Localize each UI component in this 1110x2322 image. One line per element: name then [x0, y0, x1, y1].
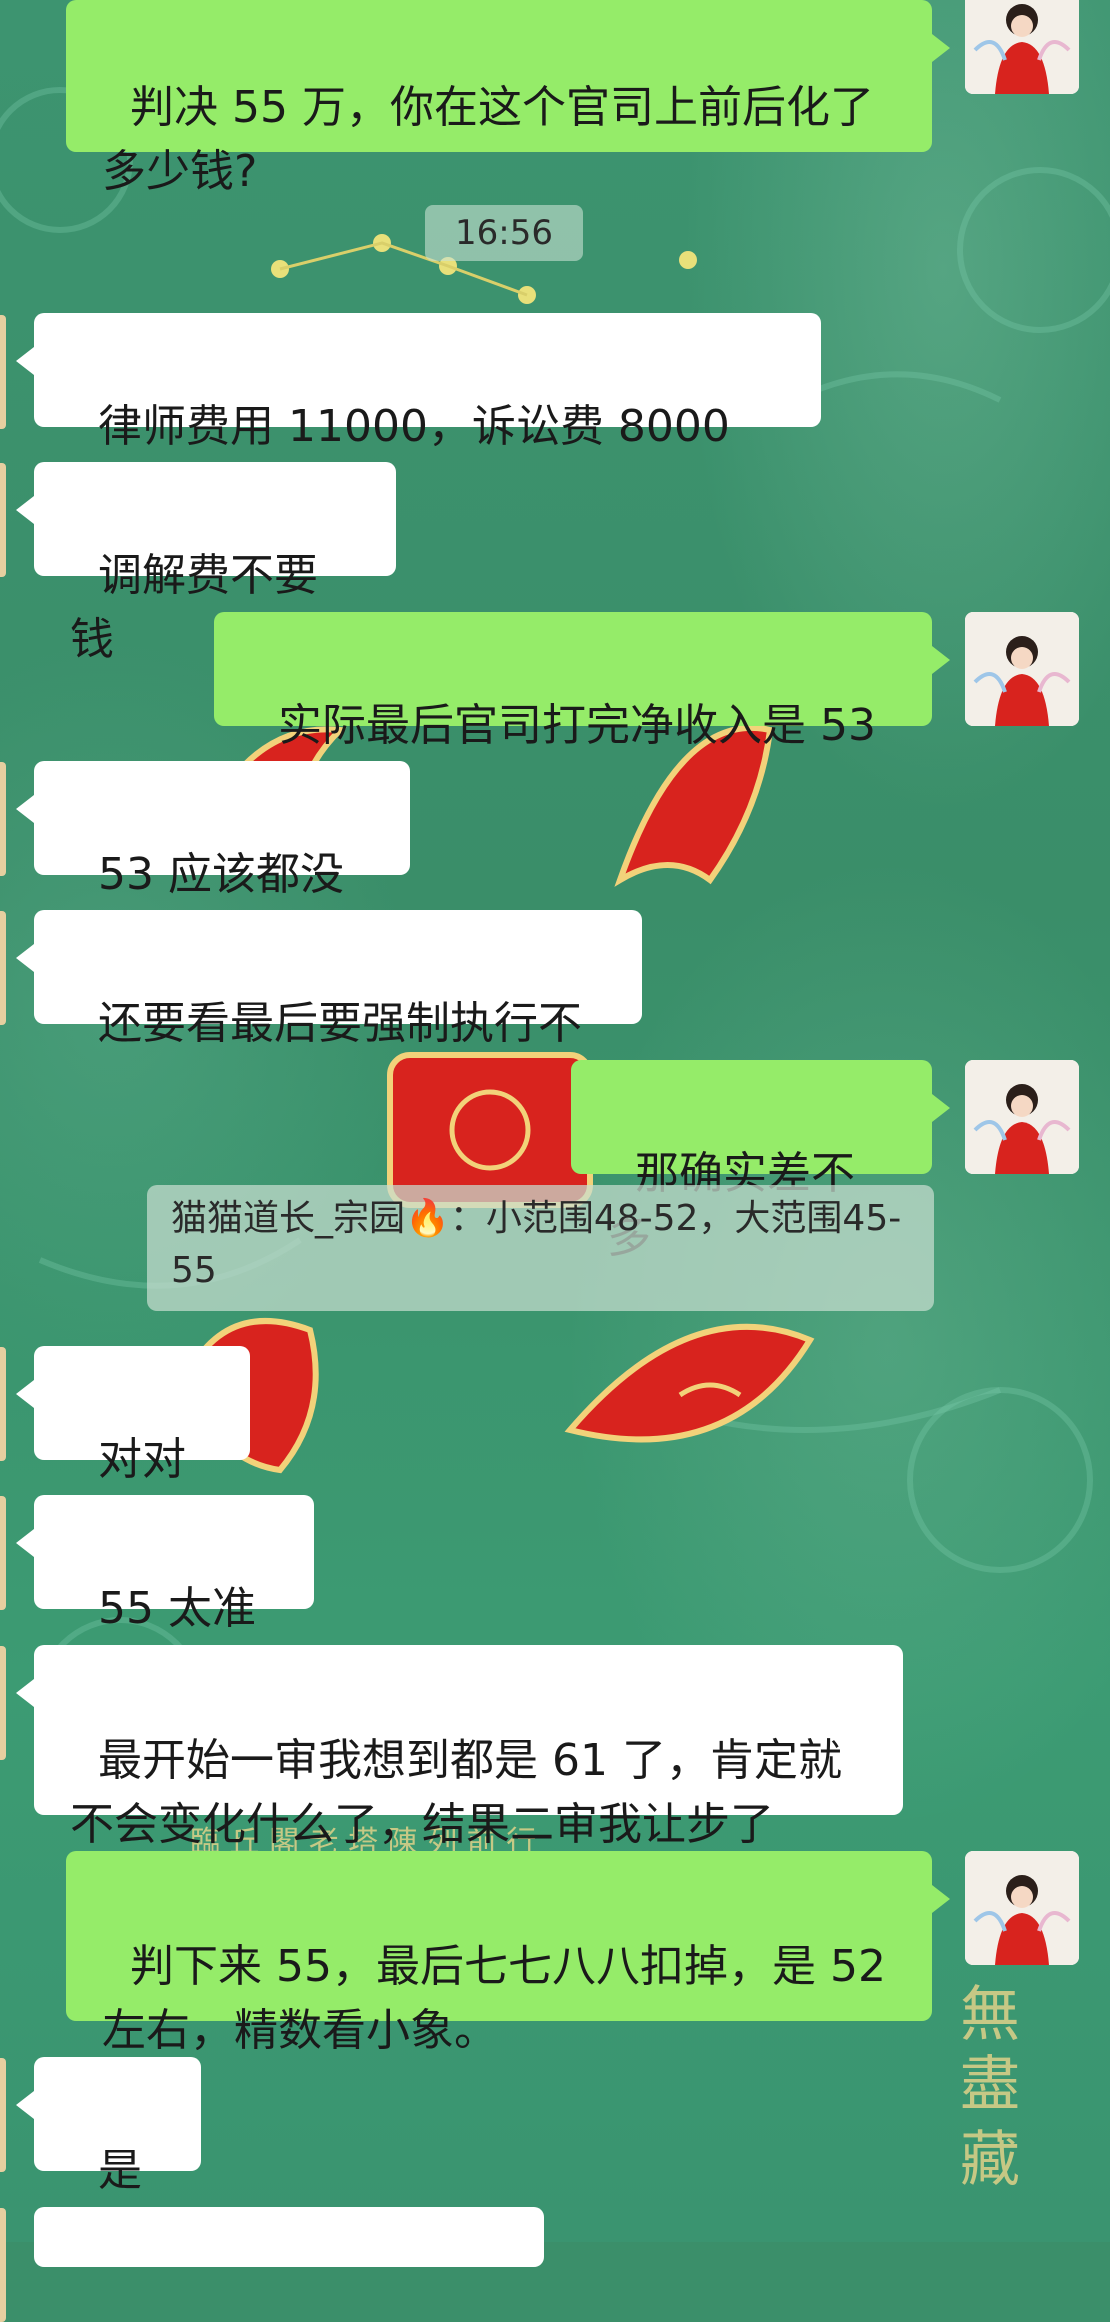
my-avatar[interactable]	[965, 1060, 1079, 1174]
contact-avatar[interactable]	[0, 911, 6, 1025]
message-bubble-incoming[interactable]: 对对对	[16, 1346, 250, 1549]
contact-avatar[interactable]	[0, 1496, 6, 1610]
message-bubble-outgoing[interactable]: 那确实差不多	[571, 1060, 950, 1263]
message-bubble-incoming[interactable]: 53 应该都没有	[16, 761, 410, 964]
message-bubble-incoming[interactable]	[34, 2207, 544, 2267]
svg-text:盡: 盡	[960, 2050, 1020, 2120]
my-avatar[interactable]	[965, 0, 1079, 94]
user-avatar-icon	[965, 1060, 1079, 1174]
message-bubble-incoming[interactable]: 最开始一审我想到都是 61 了，肯定就不会变化什么了，结果二审我让步了	[16, 1645, 903, 1850]
message-bubble-incoming[interactable]: 是的	[16, 2057, 201, 2260]
message-bubble-outgoing[interactable]: 判下来 55，最后七七八八扣掉，是 52 左右，精数看小象。	[66, 1851, 950, 2056]
my-avatar[interactable]	[965, 1851, 1079, 1965]
message-bubble-incoming[interactable]: 律师费用 11000，诉讼费 8000 吧	[16, 313, 821, 516]
message-bubble-incoming[interactable]: 还要看最后要强制执行不	[16, 910, 642, 1049]
contact-avatar[interactable]	[0, 463, 6, 577]
message-bubble-outgoing[interactable]: 实际最后官司打完净收入是 53	[214, 612, 950, 751]
user-avatar-icon	[965, 0, 1079, 94]
message-timestamp: 16:56	[425, 205, 583, 261]
svg-text:藏: 藏	[960, 2125, 1020, 2195]
quoted-message[interactable]: 猫猫道长_宗园🔥：小范围48-52，大范围45-55	[147, 1185, 934, 1311]
quoted-message-text: 猫猫道长_宗园🔥：小范围48-52，大范围45-55	[171, 1198, 902, 1291]
contact-avatar[interactable]	[0, 2058, 6, 2172]
message-bubble-incoming[interactable]: 55 太准了	[16, 1495, 314, 1698]
contact-avatar[interactable]	[0, 1646, 6, 1760]
svg-text:無: 無	[960, 1980, 1020, 2050]
message-text: 还要看最后要强制执行不	[97, 998, 582, 1049]
user-avatar-icon	[965, 612, 1079, 726]
contact-avatar[interactable]	[0, 2208, 6, 2322]
user-avatar-icon	[965, 1851, 1079, 1965]
my-avatar[interactable]	[965, 612, 1079, 726]
message-text: 实际最后官司打完净收入是 53	[277, 700, 876, 751]
contact-avatar[interactable]	[0, 315, 6, 429]
message-bubble-outgoing[interactable]: 判决 55 万，你在这个官司上前后化了多少钱?	[66, 0, 950, 197]
message-text: 最开始一审我想到都是 61 了，肯定就不会变化什么了，结果二审我让步了	[70, 1735, 842, 1850]
contact-avatar[interactable]	[0, 1347, 6, 1461]
message-bubble-incoming[interactable]: 调解费不要钱	[16, 462, 396, 665]
contact-avatar[interactable]	[0, 762, 6, 876]
